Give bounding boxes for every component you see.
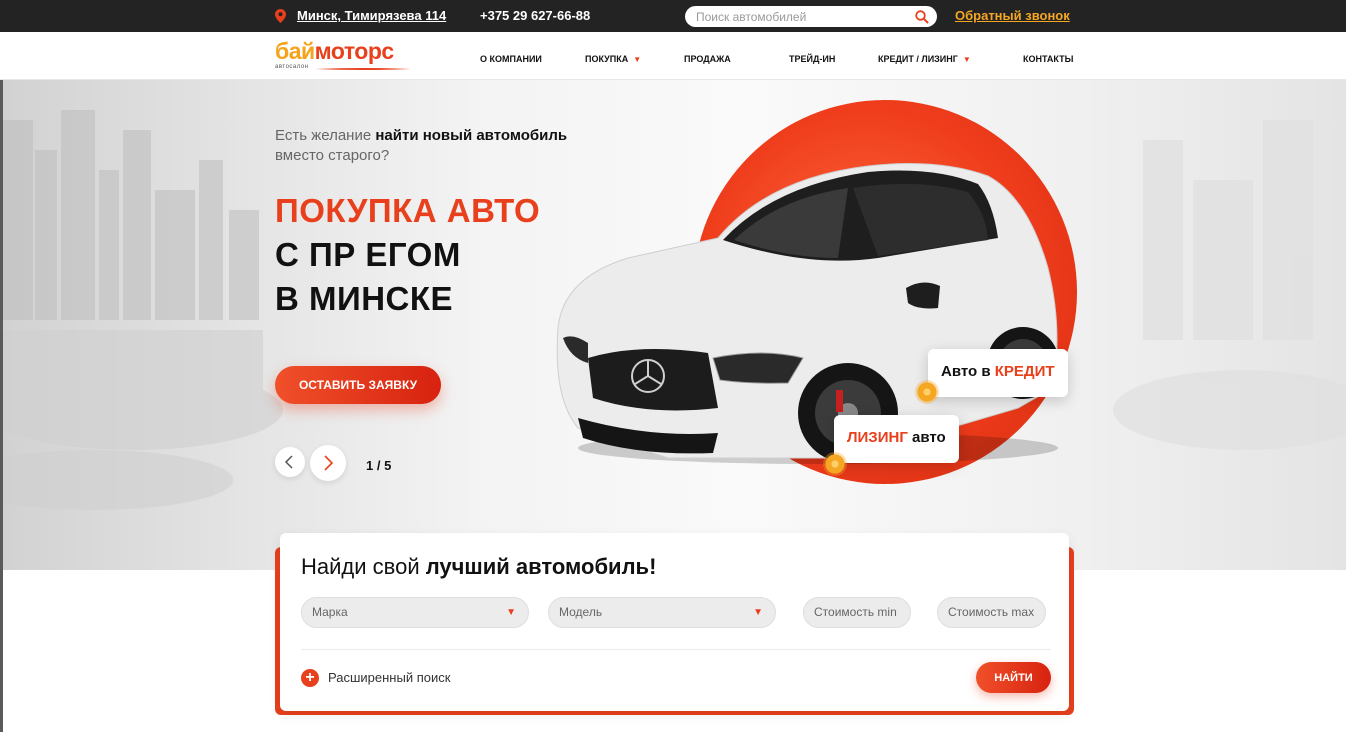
nav-sale[interactable]: ПРОДАЖА [684,54,731,64]
chevron-left-icon [284,455,293,469]
logo-swoosh [315,68,411,70]
logo[interactable]: баймоторс автосалон [275,38,415,74]
brand-select[interactable]: Марка ▼ [301,597,529,628]
dropdown-caret-icon: ▼ [633,55,642,64]
search-input[interactable] [685,6,937,27]
hotspot-dot-icon[interactable] [823,452,847,476]
dropdown-caret-icon: ▼ [962,55,971,64]
logo-wordmark: баймоторс [275,38,394,64]
slider-next-button[interactable] [310,445,346,481]
price-max-field[interactable]: Стоимость max [937,597,1046,628]
dropdown-arrow-icon: ▼ [753,607,763,618]
nav-credit-leasing[interactable]: КРЕДИТ / ЛИЗИНГ ▼ [878,54,971,64]
car-search-panel: Найди свой лучший автомобиль! Марка ▼ Мод… [280,533,1069,711]
nav-purchase[interactable]: ПОКУПКА ▼ [585,54,641,64]
divider [301,649,1051,650]
hero-title-line3: В МИНСКЕ [275,280,454,317]
hero-title-line2: С ПР ЕГОМ [275,236,461,273]
plus-icon: + [301,669,319,687]
slide-counter: 1 / 5 [366,458,392,473]
map-pin-icon [275,9,286,23]
chevron-right-icon [324,455,334,471]
top-bar: Минск, Тимирязева 114 +375 29 627-66-88 … [0,0,1346,32]
find-button[interactable]: НАЙТИ [976,662,1051,693]
hero-title-accent: ПОКУПКА АВТО [275,192,541,229]
dropdown-arrow-icon: ▼ [506,607,516,618]
hero-lead-line1: Есть желание найти новый автомобиль [275,127,568,144]
slider-prev-button[interactable] [275,447,305,477]
model-select[interactable]: Модель ▼ [548,597,776,628]
address-link[interactable]: Минск, Тимирязева 114 [297,8,446,23]
nav-about[interactable]: О КОМПАНИИ [480,54,542,64]
hotspot-dot-icon[interactable] [915,380,939,404]
hero-slider: Есть желание найти новый автомобиль вмес… [3,80,1346,570]
badge-leasing[interactable]: ЛИЗИНГ авто [834,415,959,463]
price-min-field[interactable]: Стоимость min [803,597,911,628]
search-panel-title: Найди свой лучший автомобиль! [301,554,657,579]
main-header: баймоторс автосалон О КОМПАНИИ ПОКУПКА ▼ … [0,32,1346,80]
nav-contacts[interactable]: КОНТАКТЫ [1023,54,1073,64]
callback-link[interactable]: Обратный звонок [955,8,1070,23]
nav-trade-in[interactable]: ТРЕЙД-ИН [789,54,835,64]
leave-request-button[interactable]: ОСТАВИТЬ ЗАЯВКУ [275,366,441,404]
hero-lead-line2: вместо старого? [275,147,390,164]
badge-auto-credit[interactable]: Авто в КРЕДИТ [928,349,1068,397]
phone-number[interactable]: +375 29 627-66-88 [480,8,590,23]
logo-subtitle: автосалон [275,64,309,70]
car-image [556,163,1059,464]
search-icon[interactable] [914,9,930,25]
